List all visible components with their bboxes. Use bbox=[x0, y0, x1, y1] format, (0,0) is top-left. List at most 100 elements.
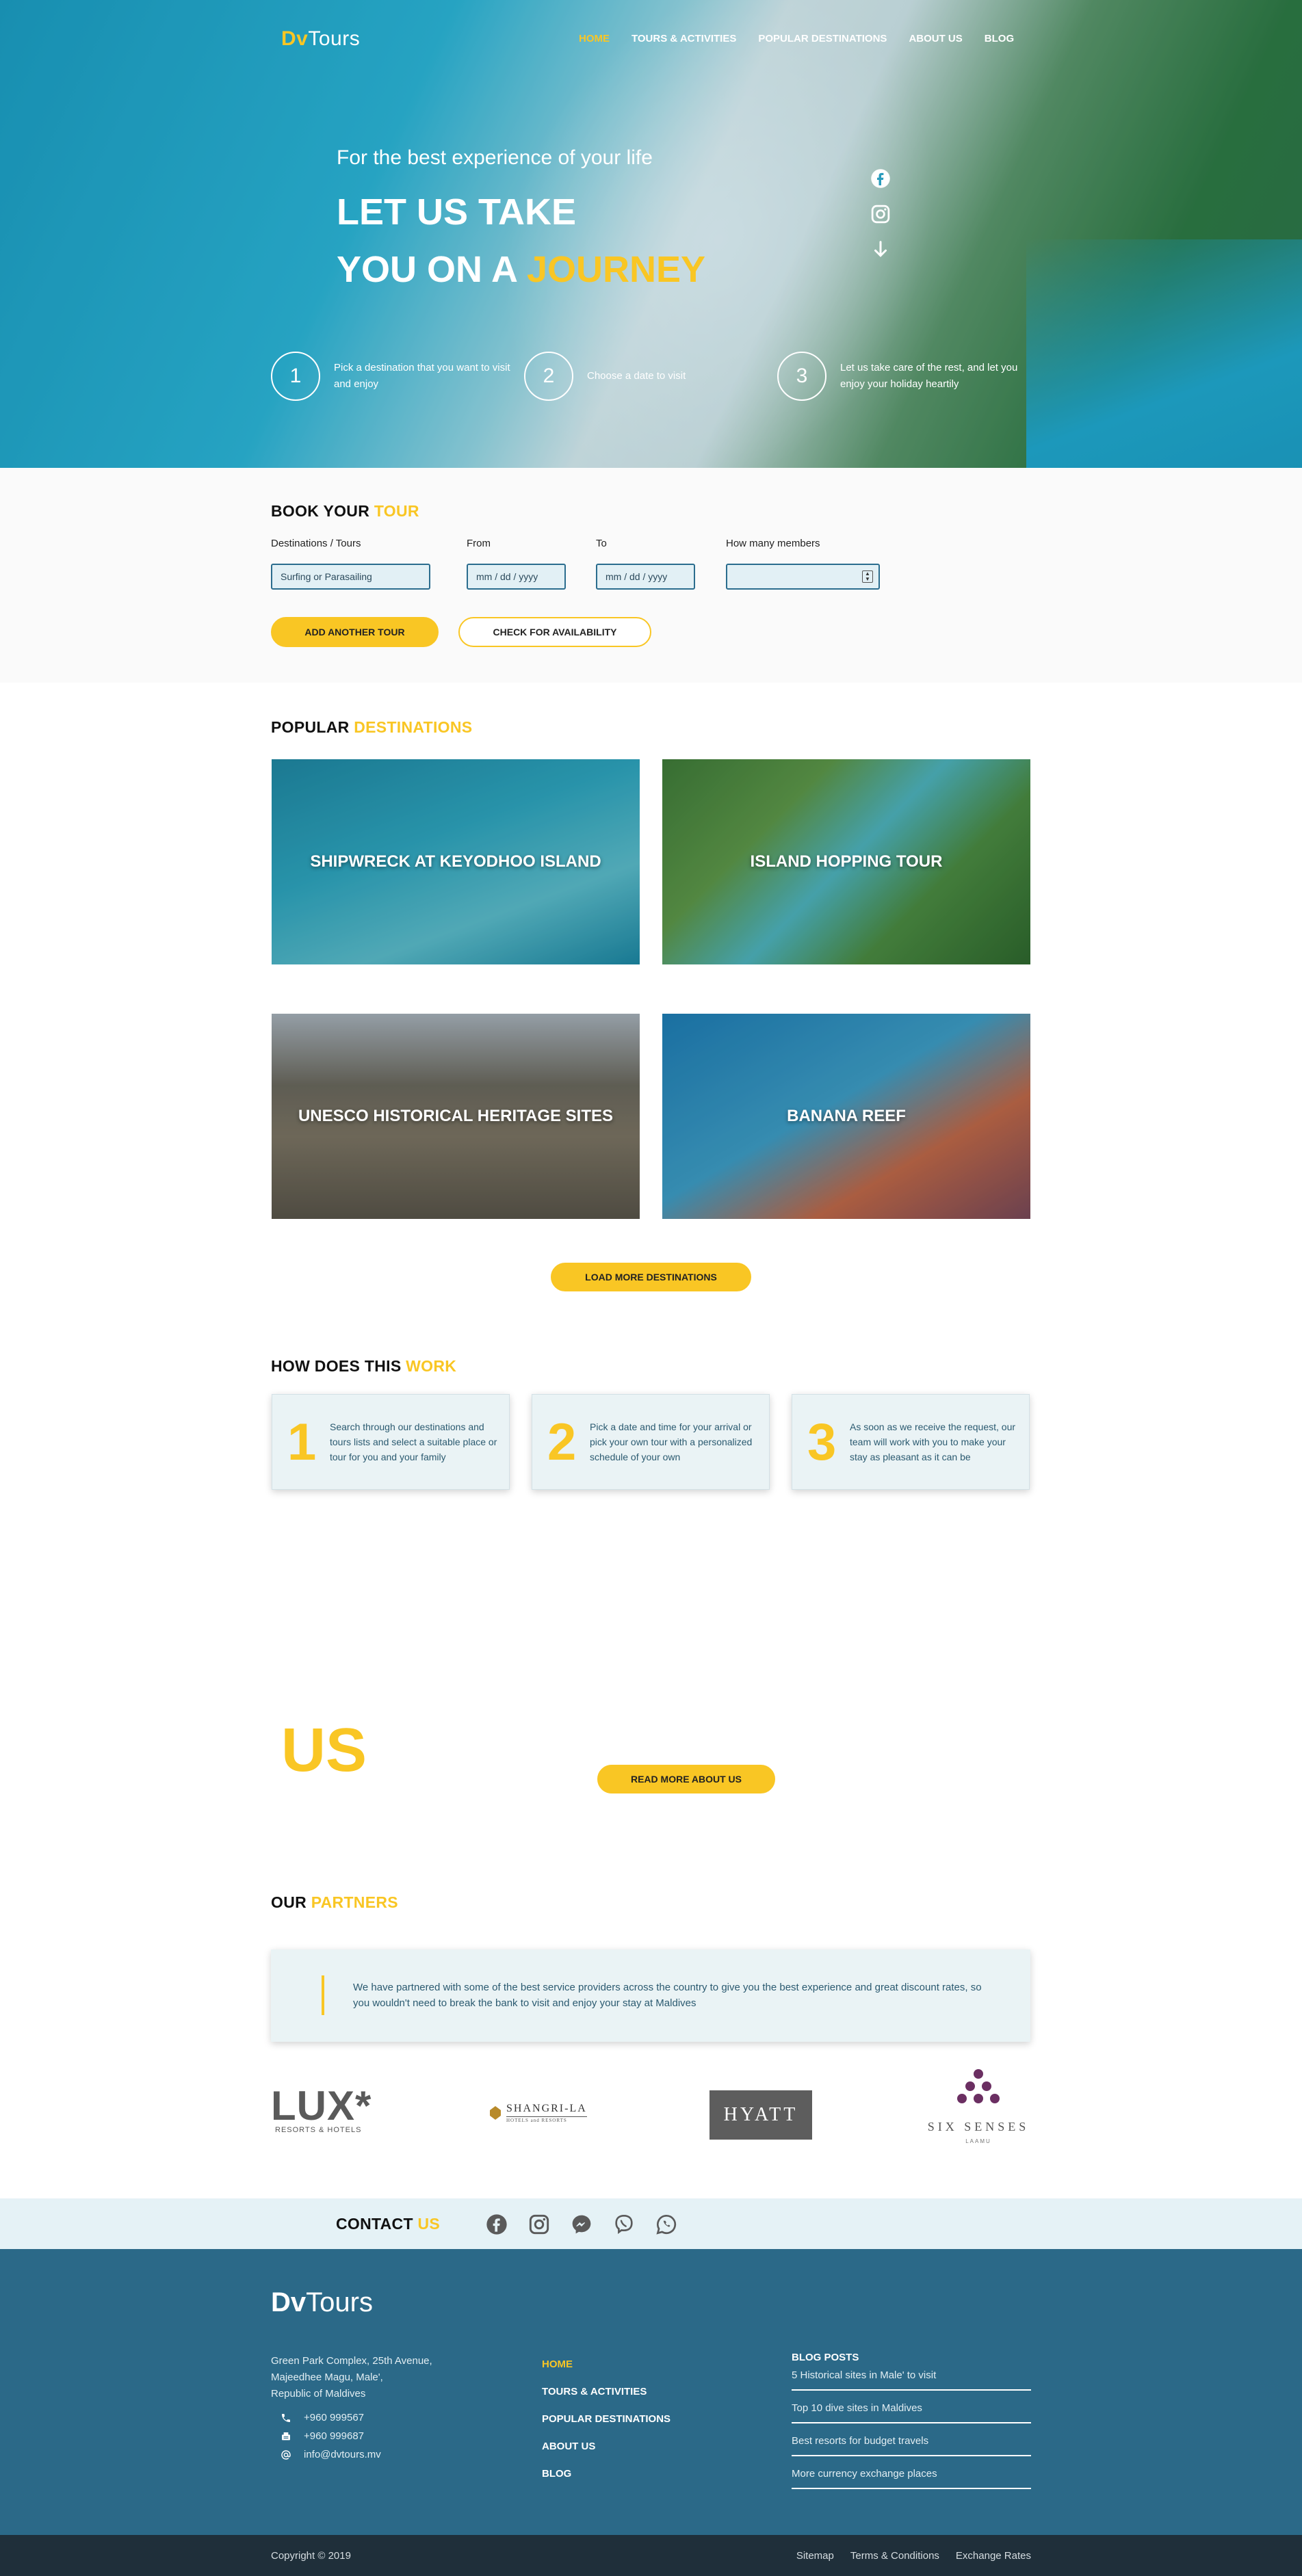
card-label: ISLAND HOPPING TOUR bbox=[750, 852, 943, 871]
stepper-arrows-icon[interactable]: ▲ ▼ bbox=[862, 570, 873, 583]
partners-quote: We have partnered with some of the best … bbox=[271, 1949, 1030, 2042]
how-card: 3 As soon as we receive the request, our… bbox=[792, 1394, 1030, 1490]
email-row[interactable]: info@dvtours.mv bbox=[281, 2449, 381, 2460]
destination-card-shipwreck[interactable]: SHIPWRECK AT KEYODHOO ISLAND bbox=[272, 759, 640, 964]
footer-nav-tours[interactable]: TOURS & ACTIVITIES bbox=[542, 2386, 670, 2397]
footer-nav-blog[interactable]: BLOG bbox=[542, 2468, 670, 2480]
hero-headline: LET US TAKE YOU ON A JOURNEY bbox=[337, 192, 706, 290]
card-label: SHIPWRECK AT KEYODHOO ISLAND bbox=[310, 852, 601, 871]
how-number: 3 bbox=[807, 1412, 837, 1471]
read-more-about-button[interactable]: READ MORE ABOUT US bbox=[597, 1765, 775, 1793]
at-icon bbox=[281, 2449, 291, 2460]
footer: DvTours Green Park Complex, 25th Avenue,… bbox=[0, 2249, 1302, 2535]
messenger-icon[interactable] bbox=[571, 2213, 593, 2235]
partner-logo-shangri-la[interactable]: SHANGRI-LA HOTELS and RESORTS bbox=[490, 2103, 587, 2123]
fax-icon bbox=[282, 2432, 290, 2440]
partner-logo-hyatt[interactable]: HYATT bbox=[709, 2090, 812, 2140]
nav-tours-activities[interactable]: TOURS & ACTIVITIES bbox=[632, 33, 736, 44]
card-label: BANANA REEF bbox=[787, 1107, 906, 1125]
step-text: Let us take care of the rest, and let yo… bbox=[840, 362, 1018, 390]
partners-text: We have partnered with some of the best … bbox=[353, 1982, 982, 2009]
blog-post-link[interactable]: More currency exchange places bbox=[792, 2465, 1031, 2489]
bottom-bar: Copyright © 2019 Sitemap Terms & Conditi… bbox=[0, 2535, 1302, 2576]
partner-logo-lux[interactable]: LUX* RESORTS & HOTELS bbox=[271, 2086, 372, 2135]
destination-card-unesco[interactable]: UNESCO HISTORICAL HERITAGE SITES bbox=[272, 1014, 640, 1219]
whatsapp-icon[interactable] bbox=[655, 2213, 677, 2235]
how-text: Search through our destinations and tour… bbox=[330, 1421, 497, 1462]
blog-post-link[interactable]: 5 Historical sites in Male' to visit bbox=[792, 2366, 1031, 2391]
destination-card-banana-reef[interactable]: BANANA REEF bbox=[662, 1014, 1030, 1219]
contact-icons bbox=[486, 2213, 677, 2235]
step-text: Pick a destination that you want to visi… bbox=[334, 362, 510, 390]
facebook-icon[interactable] bbox=[870, 168, 891, 189]
hero-step: 1 Pick a destination that you want to vi… bbox=[271, 352, 524, 401]
card-label: UNESCO HISTORICAL HERITAGE SITES bbox=[298, 1107, 614, 1125]
step-number: 1 bbox=[271, 352, 320, 401]
footer-logo[interactable]: DvTours bbox=[271, 2287, 373, 2318]
hero-steps: 1 Pick a destination that you want to vi… bbox=[271, 352, 1030, 401]
nav-home[interactable]: HOME bbox=[579, 33, 610, 44]
blog-post-link[interactable]: Best resorts for budget travels bbox=[792, 2432, 1031, 2456]
arrow-down-icon[interactable] bbox=[870, 239, 891, 260]
destinations-title: POPULAR DESTINATIONS bbox=[271, 718, 473, 736]
nav-blog[interactable]: BLOG bbox=[985, 33, 1014, 44]
from-label: From bbox=[467, 538, 491, 549]
hero-step: 2 Choose a date to visit bbox=[524, 352, 777, 401]
nav-popular-destinations[interactable]: POPULAR DESTINATIONS bbox=[758, 33, 887, 44]
how-number: 2 bbox=[547, 1412, 577, 1471]
exchange-rates-link[interactable]: Exchange Rates bbox=[956, 2550, 1031, 2562]
how-text: As soon as we receive the request, our t… bbox=[850, 1421, 1016, 1462]
hero-subtitle: For the best experience of your life bbox=[337, 146, 653, 169]
contact-title: CONTACT US bbox=[336, 2215, 441, 2233]
hero-step: 3 Let us take care of the rest, and let … bbox=[777, 352, 1030, 401]
viber-icon[interactable] bbox=[613, 2213, 635, 2235]
hero-section: DvTours HOME TOURS & ACTIVITIES POPULAR … bbox=[0, 0, 1302, 468]
fax-row[interactable]: +960 999687 bbox=[281, 2430, 381, 2442]
partners-title: OUR PARTNERS bbox=[271, 1893, 398, 1911]
six-senses-dots-icon bbox=[957, 2069, 1000, 2103]
footer-nav-about[interactable]: ABOUT US bbox=[542, 2441, 670, 2452]
footer-blog: BLOG POSTS 5 Historical sites in Male' t… bbox=[792, 2352, 1031, 2497]
sitemap-link[interactable]: Sitemap bbox=[796, 2550, 834, 2562]
load-more-destinations-button[interactable]: LOAD MORE DESTINATIONS bbox=[551, 1263, 751, 1291]
hero-social bbox=[870, 168, 891, 260]
bottom-links: Sitemap Terms & Conditions Exchange Rate… bbox=[796, 2550, 1031, 2562]
how-card: 1 Search through our destinations and to… bbox=[272, 1394, 510, 1490]
blog-post-link[interactable]: Top 10 dive sites in Maldives bbox=[792, 2399, 1031, 2423]
nav-about-us[interactable]: ABOUT US bbox=[909, 33, 962, 44]
copyright: Copyright © 2019 bbox=[271, 2550, 351, 2562]
footer-address: Green Park Complex, 25th Avenue, Majeedh… bbox=[271, 2355, 432, 2400]
main-nav: HOME TOURS & ACTIVITIES POPULAR DESTINAT… bbox=[579, 33, 1014, 44]
terms-link[interactable]: Terms & Conditions bbox=[850, 2550, 939, 2562]
check-availability-button[interactable]: CHECK FOR AVAILABILITY bbox=[458, 617, 651, 647]
booking-title: BOOK YOUR TOUR bbox=[271, 502, 419, 520]
footer-nav-destinations[interactable]: POPULAR DESTINATIONS bbox=[542, 2413, 670, 2425]
instagram-icon[interactable] bbox=[528, 2213, 550, 2235]
add-another-tour-button[interactable]: ADD ANOTHER TOUR bbox=[271, 617, 439, 647]
step-number: 2 bbox=[524, 352, 573, 401]
to-date-input[interactable]: mm / dd / yyyy bbox=[596, 564, 695, 590]
to-label: To bbox=[596, 538, 607, 549]
how-text: Pick a date and time for your arrival or… bbox=[590, 1421, 753, 1462]
from-date-input[interactable]: mm / dd / yyyy bbox=[467, 564, 566, 590]
site-logo[interactable]: DvTours bbox=[281, 27, 360, 51]
contact-strip: CONTACT US bbox=[0, 2198, 1302, 2249]
blog-posts-heading: BLOG POSTS bbox=[792, 2352, 859, 2363]
footer-nav-home[interactable]: HOME bbox=[542, 2358, 670, 2370]
members-stepper[interactable]: ▲ ▼ bbox=[726, 564, 880, 590]
booking-section: BOOK YOUR TOUR Destinations / Tours From… bbox=[0, 468, 1302, 683]
facebook-icon[interactable] bbox=[486, 2213, 508, 2235]
destinations-label: Destinations / Tours bbox=[271, 538, 361, 549]
partner-logo-six-senses[interactable]: SIX SENSES LAAMU bbox=[924, 2068, 1033, 2144]
footer-contact: +960 999567 +960 999687 info@dvtours.mv bbox=[281, 2412, 381, 2460]
about-heading: US bbox=[281, 1716, 367, 1785]
destination-select[interactable]: Surfing or Parasailing bbox=[271, 564, 430, 590]
destination-card-island-hopping[interactable]: ISLAND HOPPING TOUR bbox=[662, 759, 1030, 964]
how-number: 1 bbox=[287, 1412, 317, 1471]
instagram-icon[interactable] bbox=[870, 204, 891, 224]
phone-icon bbox=[282, 2413, 290, 2422]
members-label: How many members bbox=[726, 538, 820, 549]
step-number: 3 bbox=[777, 352, 826, 401]
phone-row[interactable]: +960 999567 bbox=[281, 2412, 381, 2423]
step-text: Choose a date to visit bbox=[587, 370, 686, 382]
